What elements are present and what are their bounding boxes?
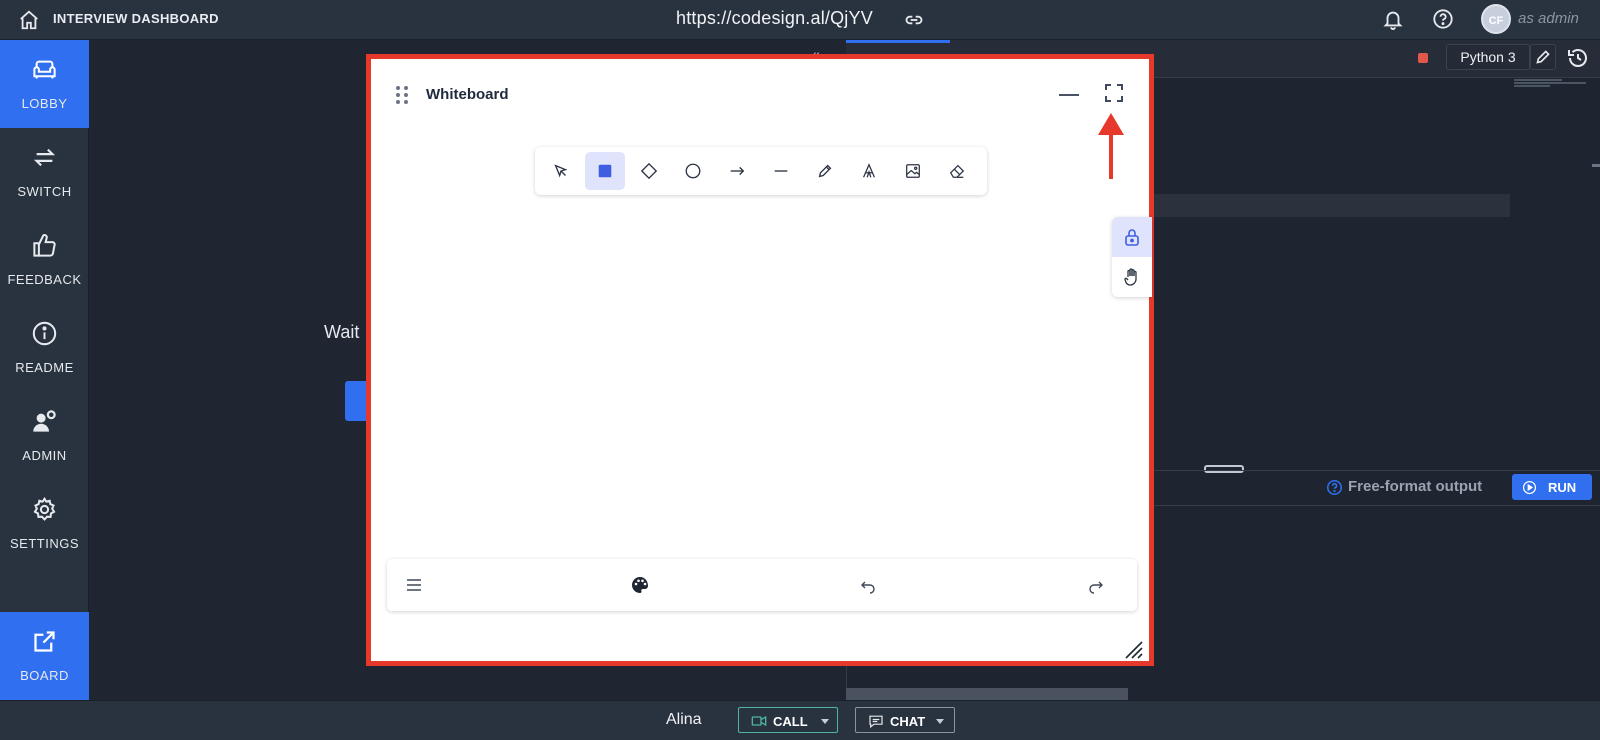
- avatar[interactable]: CF: [1481, 4, 1511, 34]
- undo-icon[interactable]: [859, 576, 877, 594]
- bell-icon[interactable]: [1382, 8, 1404, 30]
- sidebar-item-board[interactable]: BOARD: [0, 612, 89, 700]
- tool-arrow[interactable]: [717, 152, 757, 190]
- history-icon[interactable]: [1566, 46, 1590, 70]
- chat-label: CHAT: [890, 714, 926, 729]
- tool-rectangle[interactable]: [585, 152, 625, 190]
- user-gear-icon: [33, 410, 56, 432]
- stop-icon[interactable]: [1418, 53, 1428, 63]
- tool-ellipse[interactable]: [673, 152, 713, 190]
- cursor-icon: [554, 164, 568, 178]
- chat-button[interactable]: CHAT: [855, 707, 955, 733]
- output-format-label: Free-format output: [1348, 478, 1483, 495]
- menu-icon[interactable]: [405, 576, 423, 594]
- app-title: INTERVIEW DASHBOARD: [53, 11, 219, 26]
- copy-link-icon[interactable]: [904, 10, 924, 30]
- hand-button[interactable]: [1112, 257, 1152, 297]
- tool-selection[interactable]: [541, 152, 581, 190]
- horizontal-scrollbar[interactable]: [846, 688, 1128, 700]
- minimize-icon[interactable]: [1059, 94, 1079, 96]
- sidebar-item-label: BOARD: [20, 668, 69, 683]
- palette-icon[interactable]: [631, 576, 649, 594]
- eraser-icon: [949, 164, 965, 178]
- run-label: RUN: [1548, 480, 1577, 495]
- tool-draw[interactable]: [805, 152, 845, 190]
- annotation-arrow: [1098, 113, 1124, 179]
- drag-handle-icon[interactable]: [395, 85, 409, 105]
- sidebar-item-admin[interactable]: ADMIN: [0, 392, 89, 480]
- language-select[interactable]: Python 3: [1446, 44, 1530, 70]
- rectangle-icon: [598, 164, 612, 178]
- play-circle-icon: [1522, 480, 1537, 495]
- pencil-icon: [818, 164, 832, 178]
- circle-icon: [685, 163, 701, 179]
- room-url: https://codesign.al/QjYV: [676, 8, 873, 28]
- sidebar-item-label: README: [15, 360, 74, 375]
- help-icon[interactable]: [1432, 8, 1454, 30]
- editor-scrollbar[interactable]: [1592, 164, 1600, 167]
- info-icon: [32, 321, 57, 346]
- external-link-icon: [34, 631, 55, 652]
- whiteboard-toolbar: [535, 147, 987, 195]
- tool-eraser[interactable]: [937, 152, 977, 190]
- video-camera-icon: [751, 715, 767, 727]
- fullscreen-icon[interactable]: [1105, 84, 1123, 102]
- whiteboard-footer: [387, 559, 1137, 611]
- sidebar-item-switch[interactable]: SWITCH: [0, 128, 89, 216]
- current-line-highlight: [1150, 194, 1510, 217]
- image-icon: [906, 164, 920, 178]
- waiting-message: Wait: [324, 322, 360, 342]
- chevron-down-icon: [821, 719, 829, 724]
- active-tab-indicator: [846, 40, 950, 43]
- lock-button[interactable]: [1112, 217, 1152, 257]
- whiteboard-window: Whiteboard: [366, 54, 1154, 666]
- thumbs-up-icon: [33, 234, 56, 257]
- sidebar-item-label: ADMIN: [22, 448, 67, 463]
- sidebar-item-lobby[interactable]: LOBBY: [0, 40, 89, 128]
- canvas-mode-panel: [1112, 217, 1152, 297]
- sidebar-item-label: FEEDBACK: [7, 272, 82, 287]
- tool-text[interactable]: [849, 152, 889, 190]
- tool-diamond[interactable]: [629, 152, 669, 190]
- arrow-right-icon: [730, 166, 745, 176]
- help-icon[interactable]: [1326, 479, 1343, 496]
- run-button[interactable]: RUN: [1512, 474, 1592, 500]
- home-icon[interactable]: [18, 9, 40, 31]
- peer-name: Alina: [666, 711, 702, 728]
- sidebar-item-label: SETTINGS: [9, 536, 79, 551]
- whiteboard-title: Whiteboard: [426, 86, 509, 103]
- sidebar-item-settings[interactable]: SETTINGS: [0, 480, 89, 568]
- redo-icon[interactable]: [1087, 576, 1105, 594]
- swap-icon: [33, 148, 56, 167]
- tool-image[interactable]: [893, 152, 933, 190]
- tool-line[interactable]: [761, 152, 801, 190]
- editor-minimap[interactable]: [1514, 78, 1594, 94]
- role-label: as admin: [1518, 10, 1579, 27]
- chevron-down-icon: [936, 719, 944, 724]
- sidebar-item-readme[interactable]: README: [0, 304, 89, 392]
- sidebar-item-label: LOBBY: [21, 96, 68, 111]
- lock-icon: [1125, 229, 1139, 246]
- top-bar: INTERVIEW DASHBOARD https://codesign.al/…: [0, 0, 1600, 40]
- text-icon: [863, 163, 875, 178]
- resize-handle-icon[interactable]: [1123, 639, 1143, 659]
- gear-icon: [33, 496, 56, 521]
- call-button[interactable]: CALL: [738, 707, 838, 733]
- pencil-icon[interactable]: [1530, 44, 1556, 70]
- chat-icon: [869, 715, 883, 729]
- hand-icon: [1124, 268, 1137, 286]
- sofa-icon: [33, 60, 56, 79]
- sidebar: LOBBY SWITCH FEEDBACK README ADMIN SETTI…: [0, 40, 89, 700]
- line-icon: [774, 170, 788, 172]
- call-label: CALL: [773, 714, 808, 729]
- sidebar-item-label: SWITCH: [17, 184, 72, 199]
- sidebar-item-feedback[interactable]: FEEDBACK: [0, 216, 89, 304]
- diamond-icon: [640, 162, 658, 180]
